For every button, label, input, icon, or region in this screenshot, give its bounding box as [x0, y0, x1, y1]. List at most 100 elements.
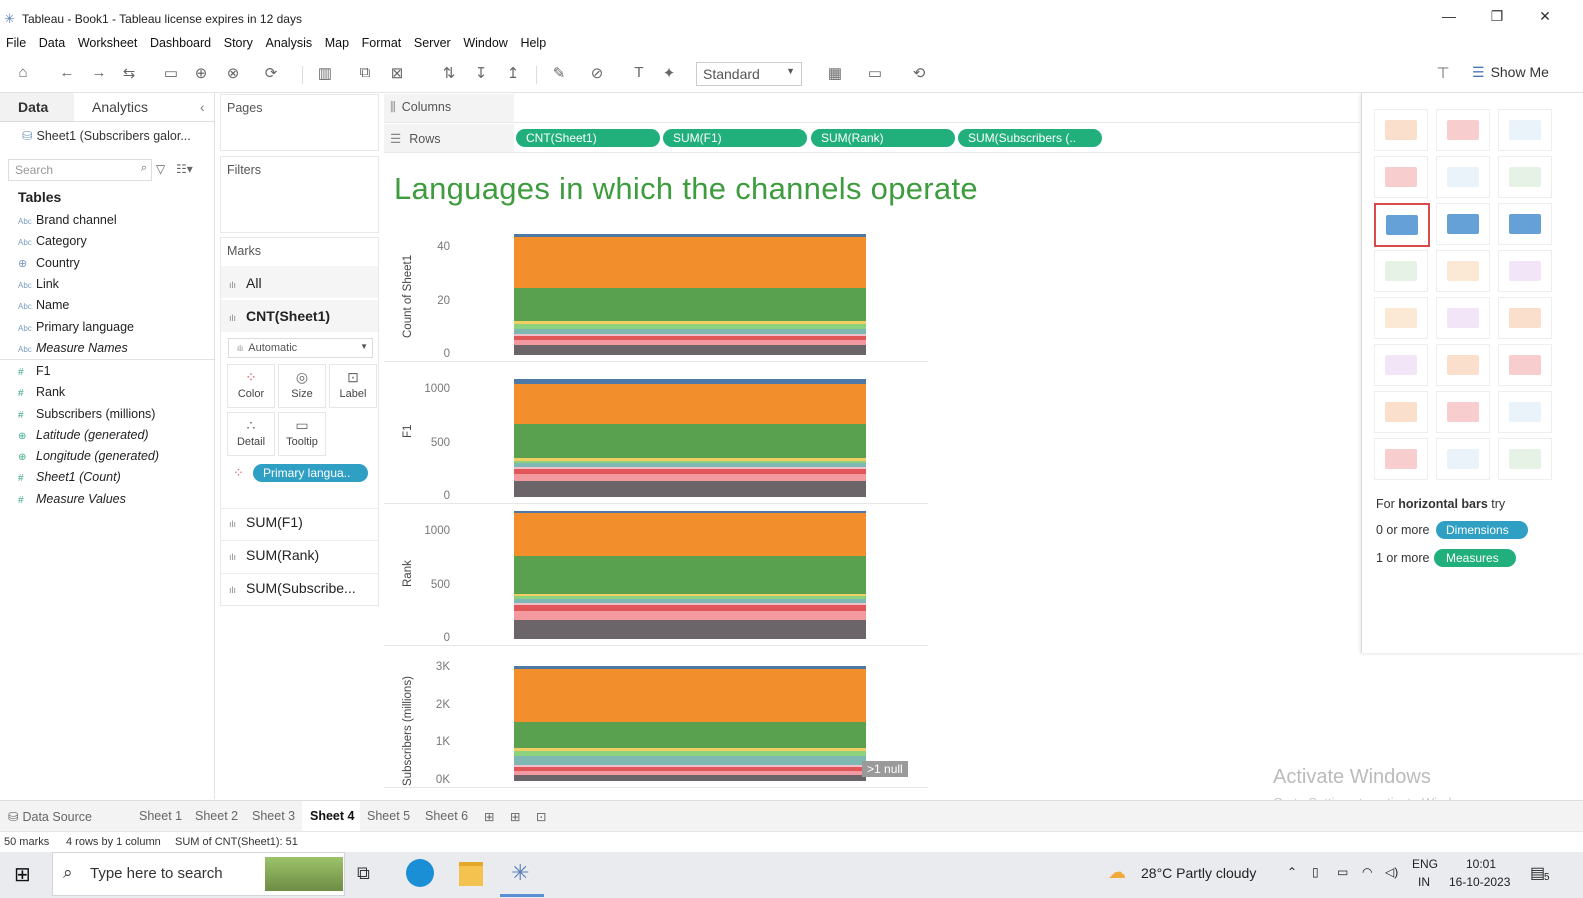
menu-analysis[interactable]: Analysis: [266, 34, 313, 52]
null-indicator[interactable]: >1 null: [862, 761, 908, 777]
new-worksheet-icon[interactable]: ⊞: [484, 809, 494, 824]
chart-type-option[interactable]: [1436, 344, 1490, 386]
taskbar-search-input[interactable]: ⌕ Type here to search: [52, 852, 345, 896]
bar-segment[interactable]: [514, 767, 866, 771]
share-icon[interactable]: ⟲: [908, 64, 930, 82]
chart-type-option[interactable]: [1374, 438, 1428, 480]
chart-type-option[interactable]: [1498, 156, 1552, 198]
device-preview-icon[interactable]: ▭: [864, 64, 886, 82]
tab-data-source[interactable]: ⛁ Data Source: [8, 809, 92, 824]
menu-worksheet[interactable]: Worksheet: [78, 34, 138, 52]
bar-segment[interactable]: [514, 513, 866, 557]
tooltip-button[interactable]: ▭ Tooltip: [278, 412, 326, 456]
chart-type-option[interactable]: [1436, 438, 1490, 480]
fit-select[interactable]: Standard ▼: [696, 62, 802, 86]
language-bottom[interactable]: IN: [1418, 875, 1430, 889]
redo-icon[interactable]: →: [88, 64, 110, 81]
pause-icon[interactable]: ⊗: [222, 64, 244, 82]
highlight-tool-icon[interactable]: ⊤: [1432, 64, 1454, 82]
bar-segment[interactable]: [514, 460, 866, 464]
tableau-taskbar-icon[interactable]: ✳: [511, 860, 529, 886]
size-button[interactable]: ◎ Size: [278, 364, 326, 408]
chart-type-option[interactable]: [1498, 203, 1552, 245]
field-country[interactable]: ⊕ Country: [18, 256, 80, 270]
home-icon[interactable]: ⌂: [12, 64, 34, 81]
chart-type-option[interactable]: [1374, 109, 1428, 151]
chart-type-option[interactable]: [1498, 297, 1552, 339]
presentation-icon[interactable]: ▦: [824, 64, 846, 82]
bar-segment[interactable]: [514, 556, 866, 594]
row-pill-rank[interactable]: SUM(Rank): [811, 129, 955, 147]
undo-icon[interactable]: ←: [56, 64, 78, 81]
clock-date[interactable]: 16-10-2023: [1449, 875, 1510, 889]
tab-sheet-1[interactable]: Sheet 1: [139, 809, 182, 823]
chart-type-option[interactable]: [1436, 391, 1490, 433]
edge-icon[interactable]: [406, 859, 434, 887]
marks-cnt[interactable]: ılı CNT(Sheet1): [229, 308, 330, 324]
show-me-button[interactable]: ☰ Show Me: [1472, 64, 1549, 81]
group-icon[interactable]: ⊘: [586, 64, 608, 82]
bar-segment[interactable]: [514, 750, 866, 756]
bar-segment[interactable]: [514, 236, 866, 288]
bar-segment[interactable]: [514, 384, 866, 425]
bar-segment[interactable]: [514, 333, 866, 337]
show-labels-icon[interactable]: T: [628, 64, 650, 81]
field-sheet1-count[interactable]: # Sheet1 (Count): [18, 470, 121, 484]
chart-type-option[interactable]: [1436, 203, 1490, 245]
tab-sheet-2[interactable]: Sheet 2: [195, 809, 238, 823]
row-pill-cnt[interactable]: CNT(Sheet1): [516, 129, 660, 147]
menu-story[interactable]: Story: [224, 34, 253, 52]
bar-segment[interactable]: [514, 458, 866, 461]
close-button[interactable]: ✕: [1530, 8, 1560, 25]
highlight-icon[interactable]: ✎: [548, 64, 570, 82]
field-f1[interactable]: # F1: [18, 364, 51, 378]
tab-analytics[interactable]: Analytics: [92, 99, 148, 115]
menu-map[interactable]: Map: [325, 34, 349, 52]
tab-sheet-4[interactable]: Sheet 4: [310, 809, 354, 823]
chart-type-option[interactable]: [1374, 156, 1428, 198]
stacked-bar[interactable]: [514, 227, 866, 355]
chart-type-option[interactable]: [1436, 109, 1490, 151]
refresh-icon[interactable]: ⟳: [260, 64, 282, 82]
volume-icon[interactable]: ◁): [1385, 865, 1398, 879]
bar-segment[interactable]: [514, 764, 866, 768]
wifi-icon[interactable]: ◠: [1362, 865, 1372, 879]
new-worksheet-icon[interactable]: ▥: [314, 64, 336, 82]
filters-shelf[interactable]: Filters: [220, 156, 379, 233]
tab-sheet-5[interactable]: Sheet 5: [367, 809, 410, 823]
bar-segment[interactable]: [514, 596, 866, 599]
menu-window[interactable]: Window: [463, 34, 507, 52]
bar-segment[interactable]: [514, 336, 866, 341]
tray-device-icon[interactable]: ▯: [1312, 865, 1319, 879]
notification-icon[interactable]: ▤: [1530, 863, 1545, 883]
bar-segment[interactable]: [514, 620, 866, 639]
search-input[interactable]: Search ⌕: [8, 159, 152, 181]
bar-segment[interactable]: [514, 344, 866, 355]
clear-sheet-icon[interactable]: ⊠: [386, 64, 408, 82]
menu-help[interactable]: Help: [520, 34, 546, 52]
field-measure-values[interactable]: # Measure Values: [18, 492, 126, 506]
chart-type-option[interactable]: [1498, 391, 1552, 433]
save-icon[interactable]: ▭: [160, 64, 182, 82]
new-dashboard-icon[interactable]: ⊞: [510, 809, 520, 824]
field-longitude[interactable]: ⊕ Longitude (generated): [18, 449, 159, 463]
bar-segment[interactable]: [514, 466, 866, 470]
bar-segment[interactable]: [514, 379, 866, 385]
bar-segment[interactable]: [514, 593, 866, 597]
language-top[interactable]: ENG: [1412, 857, 1438, 871]
bar-segment[interactable]: [514, 770, 866, 775]
swap-icon[interactable]: ⇆: [118, 64, 140, 82]
marks-sum-rank[interactable]: ılı SUM(Rank): [229, 547, 319, 563]
bar-segment[interactable]: [514, 611, 866, 621]
field-brand-channel[interactable]: Abc Brand channel: [18, 213, 117, 227]
bar-segment[interactable]: [514, 774, 866, 781]
marks-sum-f1[interactable]: ılı SUM(F1): [229, 514, 303, 530]
bar-segment[interactable]: [514, 424, 866, 459]
stacked-bar[interactable]: [514, 655, 866, 781]
chart-type-option[interactable]: [1374, 297, 1428, 339]
chart-type-option[interactable]: [1498, 109, 1552, 151]
bar-segment[interactable]: [514, 605, 866, 612]
bar-segment[interactable]: [514, 481, 866, 497]
pin-icon[interactable]: ✦: [658, 64, 680, 82]
field-name[interactable]: Abc Name: [18, 298, 69, 312]
